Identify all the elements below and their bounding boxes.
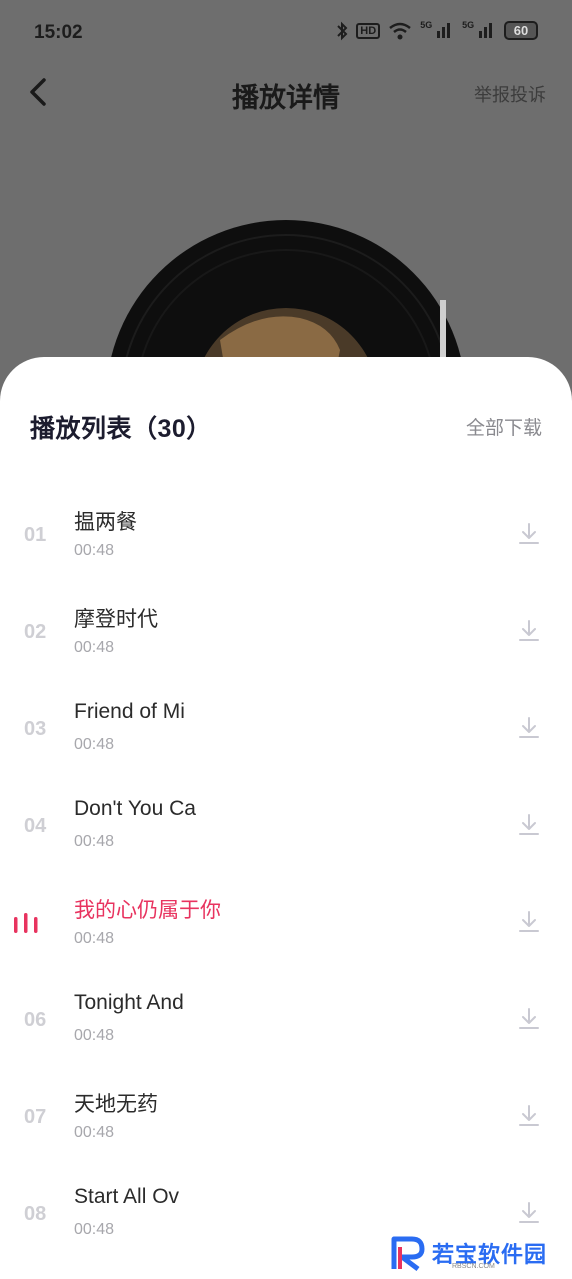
track-index: 02 bbox=[24, 621, 47, 643]
track-name: 我的心仍属于你 bbox=[74, 899, 221, 922]
report-button[interactable]: 举报投诉 bbox=[474, 81, 546, 107]
playlist-sheet: 播放列表（30） 全部下载 01 揾两餐 00:48 02 摩登时代 00:48… bbox=[0, 357, 572, 1279]
track-duration: 00:48 bbox=[74, 736, 115, 753]
watermark-logo: 若宝软件园 RBSCN.COM bbox=[390, 1235, 560, 1275]
track-row[interactable]: 04 Don't You Ca 00:48 bbox=[0, 773, 572, 870]
download-icon[interactable] bbox=[518, 522, 540, 546]
track-index: 04 bbox=[24, 815, 47, 837]
track-row-playing[interactable]: 我的心仍属于你 00:48 bbox=[0, 870, 572, 967]
track-duration: 00:48 bbox=[74, 639, 115, 656]
track-index: 06 bbox=[24, 1009, 47, 1031]
track-row[interactable]: 07 天地无药 00:48 bbox=[0, 1064, 572, 1161]
download-icon[interactable] bbox=[518, 1104, 540, 1128]
signal-5g-icon: 5G bbox=[462, 20, 496, 41]
download-icon[interactable] bbox=[518, 1201, 540, 1225]
download-icon[interactable] bbox=[518, 619, 540, 643]
hd-icon: HD bbox=[356, 22, 381, 39]
track-row[interactable]: 03 Friend of Mi 00:48 bbox=[0, 676, 572, 773]
now-playing-icon bbox=[14, 913, 38, 933]
status-icons: HD 5G 5G 60 bbox=[336, 20, 538, 41]
track-duration: 00:48 bbox=[74, 1221, 115, 1238]
vinyl-disc bbox=[0, 200, 572, 380]
signal-5g-icon: 5G bbox=[420, 20, 454, 41]
download-all-button[interactable]: 全部下载 bbox=[466, 413, 542, 440]
bluetooth-icon bbox=[337, 21, 348, 40]
track-duration: 00:48 bbox=[74, 542, 115, 559]
track-name: Tonight And bbox=[74, 991, 184, 1014]
watermark-subtext: RBSCN.COM bbox=[452, 1263, 495, 1270]
track-index: 07 bbox=[24, 1106, 47, 1128]
track-row[interactable]: 02 摩登时代 00:48 bbox=[0, 579, 572, 676]
track-duration: 00:48 bbox=[74, 833, 115, 850]
download-icon[interactable] bbox=[518, 716, 540, 740]
track-name: Start All Ov bbox=[74, 1185, 180, 1208]
track-index: 03 bbox=[24, 718, 47, 740]
download-icon[interactable] bbox=[518, 813, 540, 837]
download-icon[interactable] bbox=[518, 1007, 540, 1031]
track-row[interactable]: 06 Tonight And 00:48 bbox=[0, 967, 572, 1064]
track-row[interactable]: 01 揾两餐 00:48 bbox=[0, 482, 572, 579]
track-name: 揾两餐 bbox=[74, 511, 137, 534]
track-name: Friend of Mi bbox=[74, 700, 185, 723]
track-name: 摩登时代 bbox=[74, 608, 158, 631]
watermark-r-icon bbox=[391, 1236, 425, 1271]
track-duration: 00:48 bbox=[74, 1027, 115, 1044]
network-label: 5G bbox=[420, 20, 433, 30]
track-name: Don't You Ca bbox=[74, 797, 196, 820]
status-time: 15:02 bbox=[34, 22, 83, 43]
track-list: 01 揾两餐 00:48 02 摩登时代 00:48 03 Friend of … bbox=[0, 482, 572, 1258]
download-icon[interactable] bbox=[518, 910, 540, 934]
playlist-title: 播放列表（30） bbox=[30, 415, 212, 443]
track-name: 天地无药 bbox=[74, 1093, 158, 1116]
track-index: 08 bbox=[24, 1203, 47, 1225]
network-label: 5G bbox=[462, 20, 475, 30]
nav-bar: 播放详情 举报投诉 bbox=[0, 66, 572, 120]
battery-icon: 60 bbox=[504, 21, 538, 40]
track-duration: 00:48 bbox=[74, 930, 115, 947]
track-duration: 00:48 bbox=[74, 1124, 115, 1141]
track-index: 01 bbox=[24, 524, 47, 546]
wifi-icon bbox=[389, 22, 411, 39]
status-bar: 15:02 HD 5G 5G 60 bbox=[0, 0, 572, 66]
